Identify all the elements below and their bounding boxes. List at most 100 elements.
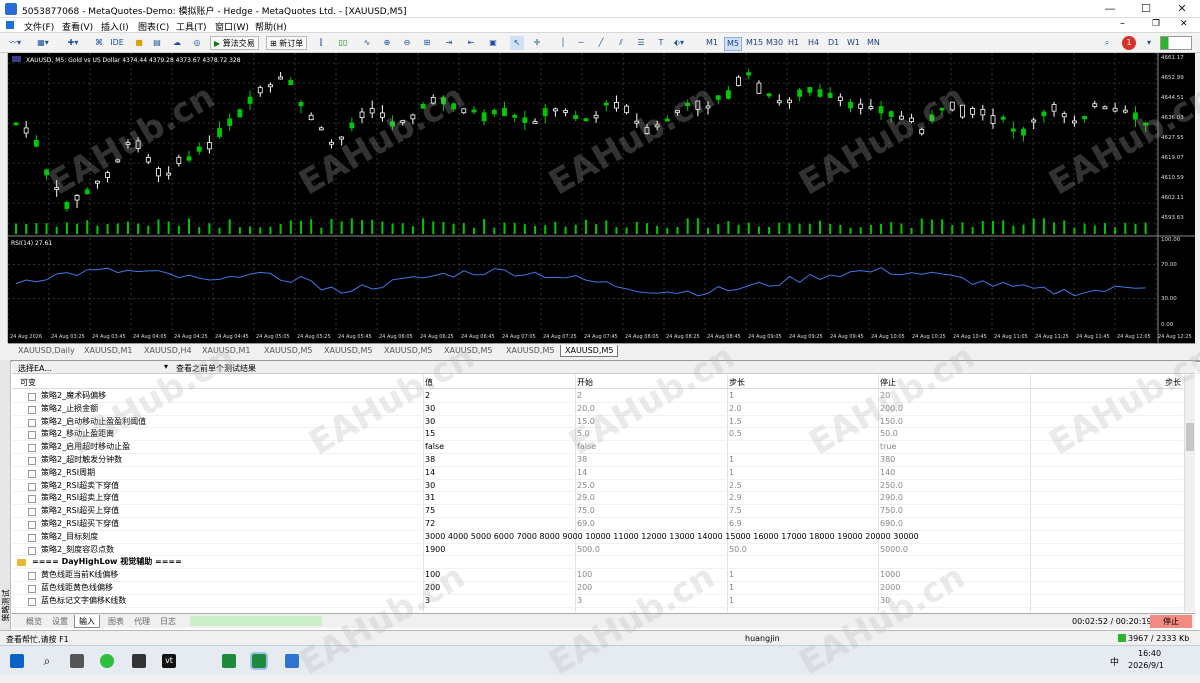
param-row[interactable]: 策略2_RSI超买下穿值 72 69.0 6.9 690.0 [12, 518, 1183, 531]
text-tool-icon[interactable]: T [654, 36, 668, 50]
param-start[interactable]: 20.0 [577, 403, 595, 416]
cloud-icon[interactable]: ☁ [170, 36, 184, 50]
menu-tools[interactable]: 工具(T) [176, 20, 207, 33]
param-row[interactable]: 蓝色标记文字偏移K线数 3 3 1 30 [12, 595, 1183, 608]
channel-icon[interactable]: ⫽ [614, 36, 628, 50]
param-step[interactable]: 2.5 [729, 480, 742, 493]
param-stop[interactable]: 140 [880, 467, 895, 480]
param-checkbox[interactable] [28, 520, 36, 529]
chart-tab[interactable]: XAUUSD,M5 [380, 345, 436, 357]
param-stop[interactable]: 290.0 [880, 492, 903, 505]
param-start[interactable]: 29.0 [577, 492, 595, 505]
chart-tab[interactable]: XAUUSD,H4 [140, 345, 196, 357]
param-step[interactable]: 7.5 [729, 505, 742, 518]
candles-icon[interactable]: ▯▯ [336, 36, 350, 50]
chart-tab[interactable]: XAUUSD,M1 [198, 345, 254, 357]
param-checkbox[interactable] [28, 469, 36, 478]
param-value[interactable]: 1900 [425, 544, 445, 557]
ime-indicator[interactable]: 中 [1110, 655, 1119, 668]
param-start[interactable]: 38 [577, 454, 587, 467]
param-row[interactable]: 策略2_目标刻度 3000 4000 5000 6000 7000 8000 90… [12, 531, 1183, 544]
chart-tab-active[interactable]: XAUUSD,M5 [560, 345, 619, 357]
market-icon[interactable]: ▤ [150, 36, 164, 50]
clock-time[interactable]: 16:40 [1138, 649, 1161, 658]
ide-button[interactable]: IDE [110, 36, 124, 50]
timeframe-m15[interactable]: M15 [744, 37, 765, 49]
param-stop[interactable]: true [880, 441, 896, 454]
param-row[interactable]: 策略2_RSI超卖上穿值 31 29.0 2.9 290.0 [12, 492, 1183, 506]
expand-icon[interactable]: ▾ [1142, 36, 1156, 50]
line-chart-icon[interactable]: ∿ [360, 36, 374, 50]
param-stop[interactable]: 1000 [880, 569, 900, 582]
horizontal-line-icon[interactable]: ─ [574, 36, 588, 50]
trendline-icon[interactable]: ╱ [594, 36, 608, 50]
param-stop[interactable]: 20 [880, 390, 890, 403]
param-step[interactable]: 1 [729, 582, 734, 595]
param-step[interactable]: 1 [729, 390, 734, 403]
param-row[interactable]: 策略2_超时触发分钟数 38 38 1 380 [12, 454, 1183, 467]
dropdown-arrow-icon[interactable]: ▾ [164, 362, 168, 371]
vertical-line-icon[interactable]: │ [556, 36, 570, 50]
param-start[interactable]: 69.0 [577, 518, 595, 531]
wechat-icon[interactable] [100, 654, 114, 668]
tab-journal[interactable]: 日志 [156, 615, 180, 628]
notification-badge[interactable]: 1 [1122, 36, 1136, 50]
param-checkbox[interactable] [28, 431, 36, 440]
new-order-button[interactable]: ⊞ 新订单 [266, 36, 308, 50]
indicators-icon[interactable]: ✚▾ [66, 36, 80, 50]
templates-icon[interactable]: ▦▾ [36, 36, 50, 50]
param-value[interactable]: 31 [425, 492, 435, 505]
screenshot-icon[interactable]: ▣ [486, 36, 500, 50]
param-step[interactable]: 1 [729, 454, 734, 467]
param-value[interactable]: 75 [425, 505, 435, 518]
param-value[interactable]: 100 [425, 569, 440, 582]
menu-chart[interactable]: 图表(C) [138, 20, 169, 33]
fibonacci-icon[interactable]: ☰ [634, 36, 648, 50]
param-start[interactable]: 200 [577, 582, 592, 595]
scrollbar-thumb[interactable] [1186, 423, 1194, 451]
timeframe-d1[interactable]: D1 [826, 37, 841, 49]
chart-tab[interactable]: XAUUSD,M5 [502, 345, 558, 357]
child-restore-button[interactable]: ❐ [1152, 19, 1160, 29]
param-step[interactable]: 1 [729, 569, 734, 582]
param-stop[interactable]: 380 [880, 454, 895, 467]
param-row[interactable]: 策略2_刻度容忍点数 1900 500.0 50.0 5000.0 [12, 544, 1183, 557]
param-step[interactable]: 2.9 [729, 492, 742, 505]
stop-button[interactable]: 停止 [1150, 615, 1192, 628]
param-group-row[interactable]: ==== DayHighLow 视觉辅助 ==== [12, 556, 1183, 570]
param-checkbox[interactable] [28, 482, 36, 491]
col-start[interactable]: 开始 [577, 377, 593, 388]
param-value[interactable]: 200 [425, 582, 440, 595]
param-value[interactable]: 30 [425, 480, 435, 493]
menu-file[interactable]: 文件(F) [24, 20, 54, 33]
tab-settings[interactable]: 设置 [48, 615, 72, 628]
close-button[interactable]: ✕ [1164, 0, 1200, 18]
param-row[interactable]: 蓝色线距黄色线偏移 200 200 1 2000 [12, 582, 1183, 595]
shapes-icon[interactable]: ⬖▾ [672, 36, 686, 50]
param-value[interactable]: 72 [425, 518, 435, 531]
col-stop[interactable]: 停止 [880, 377, 896, 388]
param-row[interactable]: 策略2_RSI周期 14 14 1 140 [12, 467, 1183, 480]
clock-date[interactable]: 2026/9/1 [1128, 661, 1164, 670]
param-value[interactable]: 2 [425, 390, 430, 403]
tab-inputs[interactable]: 输入 [74, 615, 100, 628]
signals-icon[interactable]: ◎ [190, 36, 204, 50]
zoom-in-icon[interactable]: ⊕ [380, 36, 394, 50]
param-start[interactable]: false [577, 441, 596, 454]
param-stop[interactable]: 150.0 [880, 416, 903, 429]
param-value[interactable]: 30 [425, 403, 435, 416]
param-start[interactable]: 500.0 [577, 544, 600, 557]
param-step[interactable]: 0.5 [729, 428, 742, 441]
param-row[interactable]: 策略2_启动移动止盈盈利阈值 30 15.0 1.5 150.0 [12, 416, 1183, 429]
menu-help[interactable]: 帮助(H) [255, 20, 287, 33]
cursor-icon[interactable]: ↖ [510, 36, 524, 50]
param-checkbox[interactable] [28, 508, 36, 517]
param-checkbox[interactable] [28, 533, 36, 542]
param-checkbox[interactable] [28, 393, 36, 401]
param-row[interactable]: 黄色线距当前K线偏移 100 100 1 1000 [12, 569, 1183, 582]
chart-tab[interactable]: XAUUSD,Daily [14, 345, 79, 357]
param-step[interactable]: 2.0 [729, 403, 742, 416]
param-checkbox[interactable] [28, 405, 36, 414]
app-icon[interactable] [285, 654, 299, 668]
param-value[interactable]: 38 [425, 454, 435, 467]
